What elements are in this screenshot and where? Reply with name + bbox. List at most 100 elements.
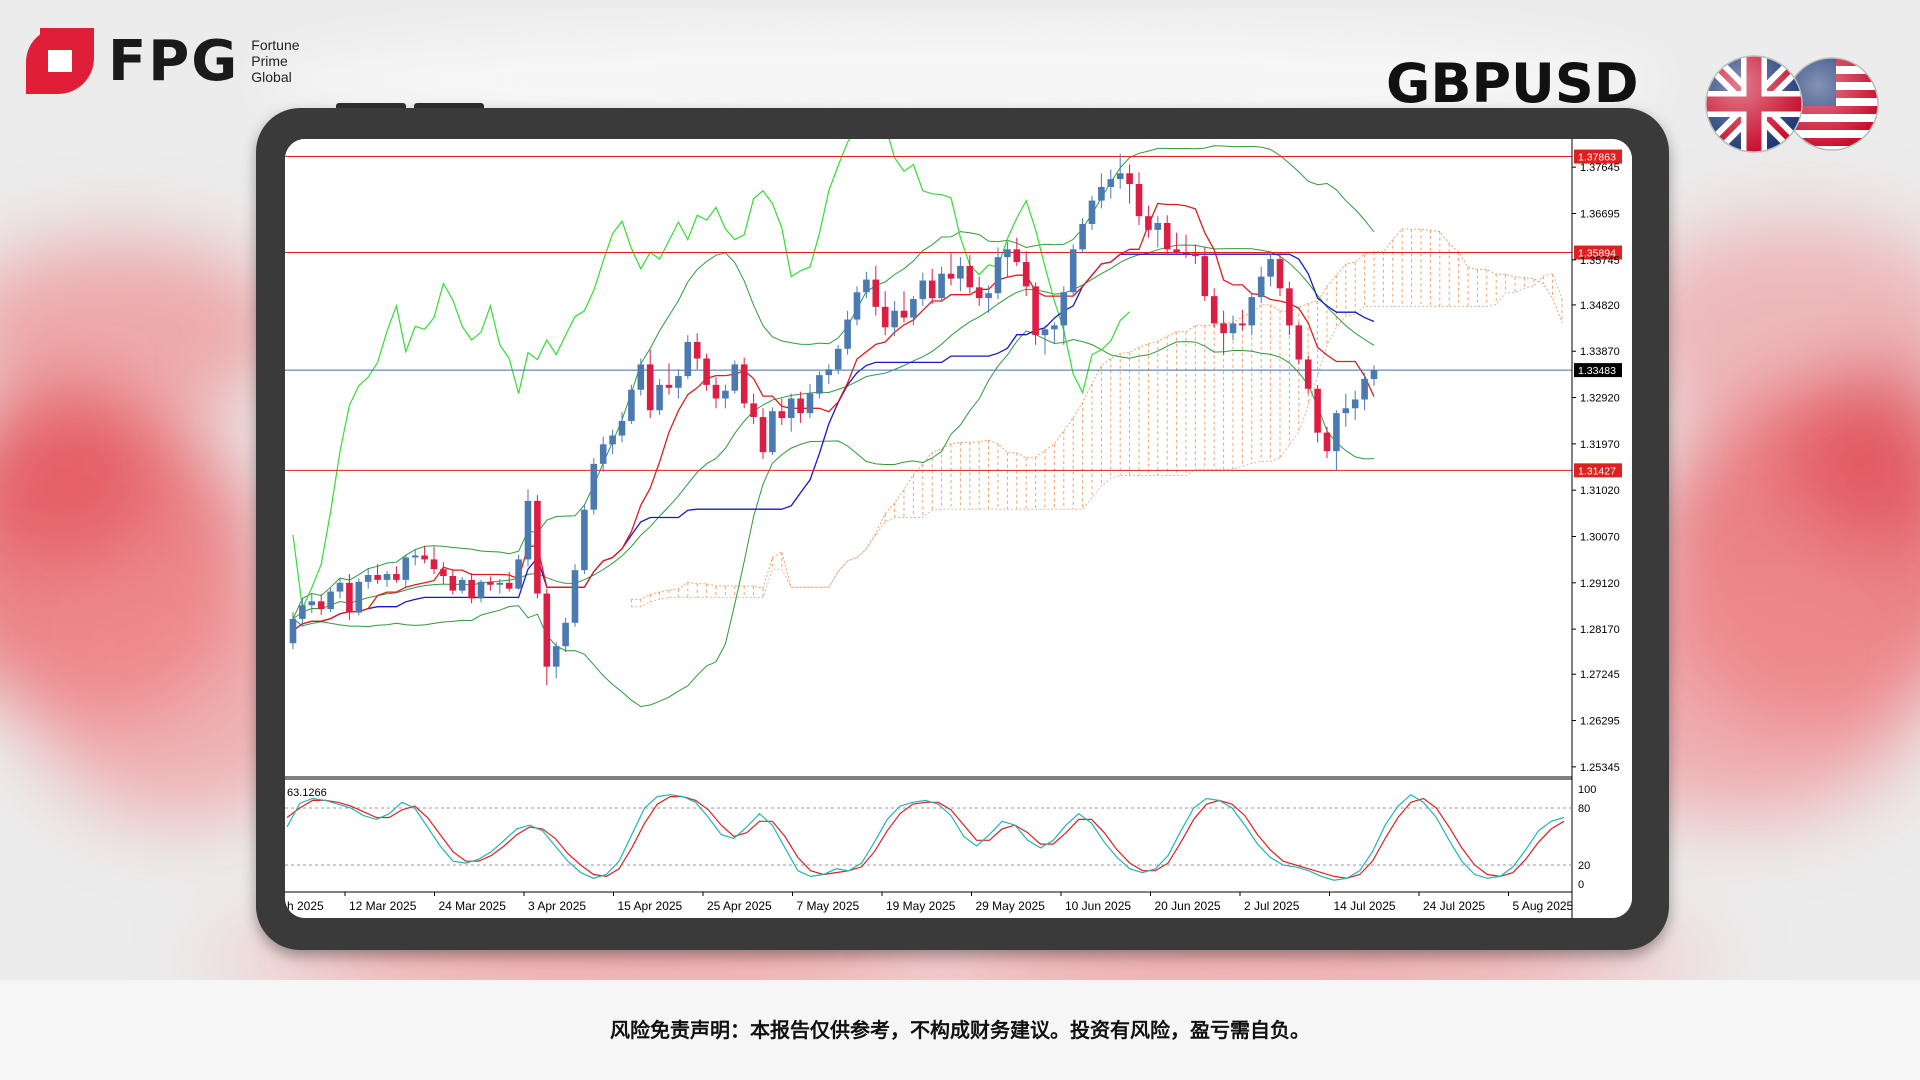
candle-bull xyxy=(336,582,344,592)
candle-bear xyxy=(1323,432,1331,452)
price-tick-label: 1.26295 xyxy=(1580,716,1620,728)
candle-bull xyxy=(411,555,419,558)
candle-bull xyxy=(1060,292,1068,326)
candle-bull xyxy=(552,646,560,667)
candle-bull xyxy=(364,575,372,582)
candle-bull xyxy=(1041,329,1049,336)
price-tick-label: 1.37645 xyxy=(1580,162,1620,174)
candle-bear xyxy=(778,411,786,419)
candle-bull xyxy=(1361,379,1368,400)
brand-subtitle-line: Prime xyxy=(251,53,288,69)
stoch-level-label: 100 xyxy=(1578,784,1596,796)
candle-bear xyxy=(1182,252,1190,254)
candle-bear xyxy=(440,569,447,576)
risk-disclaimer: 风险免责声明：本报告仅供参考，不构成财务建议。投资有风险，盈亏需自负。 xyxy=(610,1018,1310,1042)
candle-bear xyxy=(346,582,353,613)
candle-bear xyxy=(759,417,767,453)
price-tick-label: 1.36695 xyxy=(1580,208,1620,220)
candle-bear xyxy=(1126,173,1133,185)
candle-bear xyxy=(1032,286,1039,336)
date-label: 2 Jul 2025 xyxy=(1244,899,1300,913)
candle-bull xyxy=(985,293,992,299)
date-label: 10 Jun 2025 xyxy=(1065,899,1131,913)
candle-bear xyxy=(1286,288,1293,326)
brand-subtitle-line: Global xyxy=(251,69,292,85)
candle-bear xyxy=(928,280,936,299)
price-tick-label: 1.27245 xyxy=(1580,669,1620,681)
candle-bull xyxy=(816,375,823,394)
price-tick-label: 1.35745 xyxy=(1580,255,1620,267)
candle-bear xyxy=(966,265,974,288)
candle-bear xyxy=(449,575,457,591)
stoch-value-label: 63.1266 xyxy=(287,787,327,799)
candle-bull xyxy=(590,463,598,510)
date-label: 14 Jul 2025 xyxy=(1334,899,1396,913)
candle-bear xyxy=(740,364,748,404)
candle-bull xyxy=(1069,249,1077,293)
candle-bull xyxy=(458,579,466,591)
candle-bear xyxy=(421,555,428,560)
candle-bull xyxy=(938,273,945,299)
united-kingdom-flag xyxy=(1706,56,1802,152)
candle-bull xyxy=(891,310,898,328)
candle-bull xyxy=(1079,223,1086,250)
date-label: 5 Aug 2025 xyxy=(1513,899,1574,913)
price-tick-label: 1.34820 xyxy=(1580,300,1620,312)
candle-bull xyxy=(1229,323,1237,334)
price-tick-label: 1.30070 xyxy=(1580,531,1620,543)
level-label: 1.31427 xyxy=(1578,465,1616,477)
candle-bull xyxy=(477,581,485,599)
date-label: 3 Apr 2025 xyxy=(528,899,586,913)
candle-bull xyxy=(1098,186,1105,201)
chart-screen: 1.37863 1.35894 1.33483 1.31427 1.37645 1.36… xyxy=(285,139,1632,918)
candle-bull xyxy=(731,364,739,391)
candle-bear xyxy=(1276,259,1284,289)
candle-bull xyxy=(919,280,927,300)
candle-bull xyxy=(402,557,410,580)
candle-bear xyxy=(1022,262,1030,287)
candle-bear xyxy=(703,358,710,385)
price-tick-label: 1.33870 xyxy=(1580,346,1620,358)
candle-bull xyxy=(675,376,682,388)
candle-bear xyxy=(468,579,475,599)
date-label: 29 May 2025 xyxy=(976,899,1046,913)
candle-bull xyxy=(1248,297,1256,326)
candle-bear xyxy=(1192,253,1199,257)
brand-subtitle: Fortune Prime Global xyxy=(251,37,299,85)
candle-bull xyxy=(1051,325,1058,330)
candle-bull xyxy=(1004,249,1011,258)
date-label: 25 Apr 2025 xyxy=(707,899,772,913)
candle-bull xyxy=(656,384,663,411)
candle-bear xyxy=(1314,388,1321,433)
candle-bear xyxy=(430,559,438,570)
candle-bull xyxy=(637,364,645,390)
candle-bull xyxy=(863,279,870,293)
candle-bull xyxy=(1370,370,1378,380)
candle-bull xyxy=(581,509,588,571)
candle-bull xyxy=(994,257,1002,294)
brand-subtitle-line: Fortune xyxy=(251,37,300,53)
stoch-level-label: 20 xyxy=(1578,860,1590,872)
candle-bull xyxy=(609,435,616,445)
candle-bull xyxy=(1107,179,1115,187)
date-label: 20 Jun 2025 xyxy=(1155,899,1221,913)
candle-bull xyxy=(853,292,861,320)
candle-bull xyxy=(515,559,522,589)
candle-bull xyxy=(628,389,635,421)
price-tick-label: 1.29120 xyxy=(1580,578,1620,590)
date-label: 24 Mar 2025 xyxy=(439,899,507,913)
candle-bull xyxy=(787,398,795,419)
date-label: h 2025 xyxy=(287,899,324,913)
candle-bear xyxy=(1220,323,1227,334)
candle-bear xyxy=(646,364,654,411)
candle-bull xyxy=(524,500,532,560)
candle-bear xyxy=(881,306,889,328)
candle-bull xyxy=(355,581,363,613)
gbpusd-chart: 1.378631.358941.334831.31427 1.376451.36… xyxy=(285,139,1632,918)
candle-bear xyxy=(947,273,955,279)
candle-bear xyxy=(317,601,325,610)
candle-bear xyxy=(1173,249,1180,253)
candle-bull xyxy=(618,420,626,436)
candle-bear xyxy=(505,582,513,589)
candle-bear xyxy=(487,581,494,585)
